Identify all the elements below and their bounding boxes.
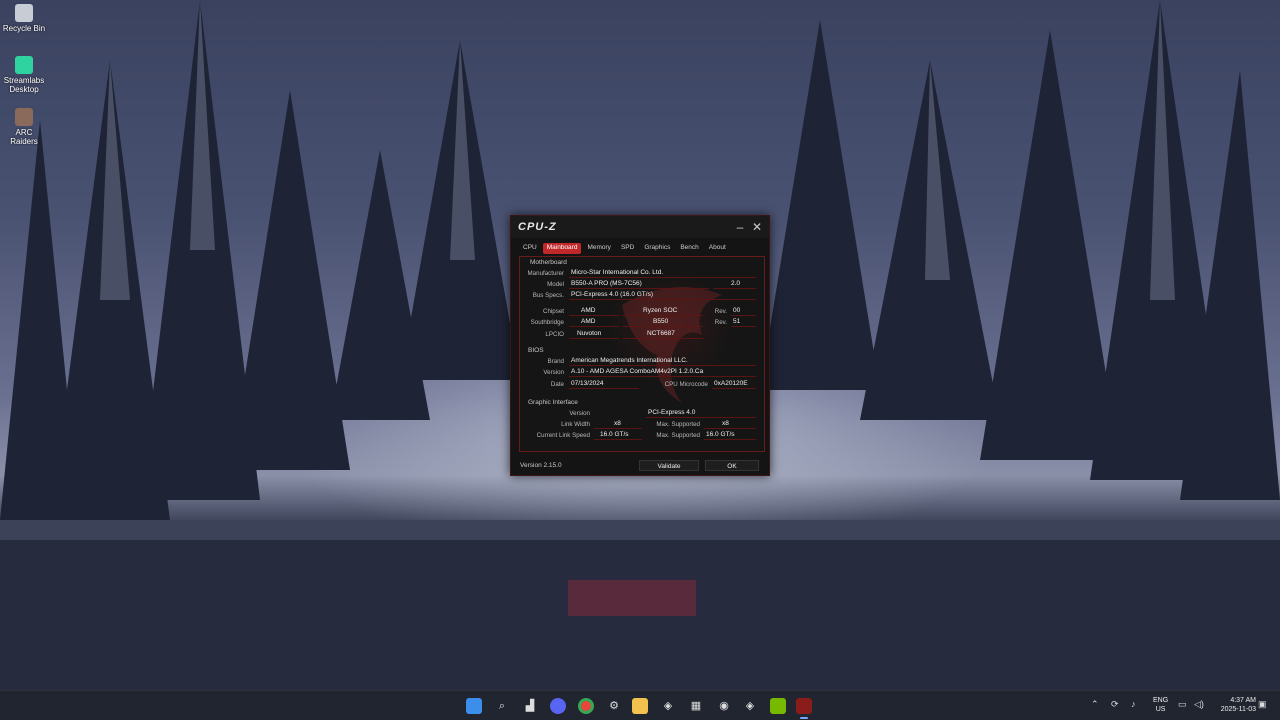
label-southbridge-rev: Rev. bbox=[714, 319, 727, 326]
desktop-icon-label: Streamlabs Desktop bbox=[3, 76, 45, 94]
mainboard-panel: Motherboard Manufacturer Micro-Star Inte… bbox=[519, 256, 765, 452]
value-southbridge-rev: 51 bbox=[731, 317, 756, 327]
arc-raiders-icon bbox=[15, 108, 33, 126]
tab-about[interactable]: About bbox=[705, 243, 730, 254]
task-view-icon[interactable]: ▟ bbox=[522, 698, 538, 714]
clock-date: 2025-11-03 bbox=[1220, 706, 1256, 713]
label-chipset: Chipset bbox=[543, 308, 564, 315]
label-link-speed: Current Link Speed bbox=[536, 432, 590, 439]
start-icon[interactable] bbox=[466, 698, 482, 714]
taskbar: ⌕ ▟ ⚙ ◈ ▦ ◉ ◈ ⌃ ⟳ ♪ ENG US ▭ ◁) 4:37 AM … bbox=[0, 690, 1280, 720]
chevron-up-icon[interactable]: ⌃ bbox=[1091, 699, 1099, 710]
label-gi-version: Version bbox=[569, 410, 590, 417]
recycle-bin-icon bbox=[15, 4, 33, 22]
value-lpcio-name: NCT6687 bbox=[623, 329, 703, 339]
desktop-icon-recycle-bin[interactable]: Recycle Bin bbox=[2, 4, 46, 33]
label-cpu-microcode: CPU Microcode bbox=[664, 381, 708, 388]
value-bios-version: A.10 - AMD AGESA ComboAM4v2PI 1.2.0.Ca bbox=[569, 367, 756, 377]
value-max-speed: 16.0 GT/s bbox=[704, 430, 756, 440]
label-max-speed: Max. Supported bbox=[656, 432, 700, 439]
tab-graphics[interactable]: Graphics bbox=[640, 243, 674, 254]
obs-icon[interactable]: ◉ bbox=[716, 698, 732, 714]
value-gi-version: PCI-Express 4.0 bbox=[646, 408, 756, 418]
value-bus-specs: PCI-Express 4.0 (16.0 GT/s) bbox=[569, 290, 756, 300]
value-link-speed: 16.0 GT/s bbox=[594, 430, 642, 440]
streamlabs-icon bbox=[15, 56, 33, 74]
tab-mainboard[interactable]: Mainboard bbox=[542, 243, 582, 254]
section-graphic-interface: Graphic Interface bbox=[528, 399, 578, 406]
label-chipset-rev: Rev. bbox=[714, 308, 727, 315]
steam-icon[interactable]: ◈ bbox=[660, 698, 676, 714]
desktop-icon-arc-raiders[interactable]: ARC Raiders bbox=[2, 108, 46, 146]
chrome-icon[interactable] bbox=[578, 698, 594, 714]
label-lpcio: LPCIO bbox=[545, 331, 564, 338]
language-indicator[interactable]: ENG US bbox=[1153, 696, 1168, 714]
lang-bottom: US bbox=[1155, 706, 1166, 713]
value-manufacturer: Micro-Star International Co. Ltd. bbox=[569, 268, 756, 278]
section-motherboard: Motherboard bbox=[530, 259, 567, 266]
clock[interactable]: 4:37 AM 2025-11-03 bbox=[1221, 696, 1256, 714]
cpuz-icon[interactable] bbox=[796, 698, 812, 719]
value-cpu-microcode: 0xA20120E bbox=[712, 379, 756, 389]
value-chipset-vendor: AMD bbox=[569, 306, 619, 316]
value-link-width: x8 bbox=[594, 419, 642, 429]
notification-icon[interactable]: ▣ bbox=[1258, 699, 1267, 710]
nvidia-icon[interactable] bbox=[770, 698, 786, 714]
value-brand: American Megatrends International LLC. bbox=[569, 356, 756, 366]
label-southbridge: Southbridge bbox=[530, 319, 564, 326]
tab-bar: CPU Mainboard Memory SPD Graphics Bench … bbox=[519, 243, 730, 254]
value-southbridge-vendor: AMD bbox=[569, 317, 619, 327]
tab-cpu[interactable]: CPU bbox=[519, 243, 541, 254]
label-bus-specs: Bus Specs. bbox=[532, 292, 564, 299]
desktop-icon-label: Recycle Bin bbox=[2, 24, 46, 33]
desktop-icon-label: ARC Raiders bbox=[10, 128, 38, 146]
desktop-icon-streamlabs[interactable]: Streamlabs Desktop bbox=[2, 56, 46, 94]
calculator-icon[interactable]: ▦ bbox=[688, 698, 704, 714]
value-lpcio-vendor: Nuvoton bbox=[569, 329, 619, 339]
value-model-rev: 2.0 bbox=[713, 279, 756, 289]
value-bios-date: 07/13/2024 bbox=[569, 379, 639, 389]
tab-bench[interactable]: Bench bbox=[676, 243, 702, 254]
value-model: B550-A PRO (MS-7C56) bbox=[569, 279, 709, 289]
network-share-icon[interactable]: ⟳ bbox=[1111, 699, 1119, 710]
label-manufacturer: Manufacturer bbox=[527, 270, 564, 277]
window-title: CPU-Z bbox=[518, 221, 557, 233]
file-explorer-icon[interactable] bbox=[632, 698, 648, 714]
value-southbridge-name: B550 bbox=[623, 317, 703, 327]
label-bios-version: Version bbox=[543, 369, 564, 376]
display-icon[interactable]: ▭ bbox=[1178, 699, 1187, 710]
value-max-width: x8 bbox=[704, 419, 756, 429]
label-model: Model bbox=[547, 281, 564, 288]
title-bar[interactable]: CPU-Z – ✕ bbox=[511, 216, 769, 238]
discord-icon[interactable] bbox=[550, 698, 566, 714]
steam-alt-icon[interactable]: ◈ bbox=[742, 698, 758, 714]
validate-button[interactable]: Validate bbox=[639, 460, 699, 471]
lang-top: ENG bbox=[1153, 697, 1169, 704]
clock-time: 4:37 AM bbox=[1230, 697, 1256, 704]
volume-icon[interactable]: ◁) bbox=[1194, 699, 1204, 710]
value-chipset-name: Ryzen SOC bbox=[623, 306, 703, 316]
tab-spd[interactable]: SPD bbox=[617, 243, 638, 254]
app-icon[interactable]: ⚙ bbox=[606, 698, 622, 714]
minimize-button[interactable]: – bbox=[732, 219, 748, 235]
label-bios-date: Date bbox=[550, 381, 564, 388]
label-max-width: Max. Supported bbox=[656, 421, 700, 428]
section-bios: BIOS bbox=[528, 347, 544, 354]
label-brand: Brand bbox=[547, 358, 564, 365]
search-icon[interactable]: ⌕ bbox=[494, 698, 510, 714]
tab-memory[interactable]: Memory bbox=[583, 243, 614, 254]
value-chipset-rev: 00 bbox=[731, 306, 756, 316]
microphone-icon[interactable]: ♪ bbox=[1131, 699, 1136, 709]
label-link-width: Link Width bbox=[561, 421, 590, 428]
cpuz-window: CPU-Z – ✕ CPU Mainboard Memory SPD Graph… bbox=[510, 215, 770, 476]
close-button[interactable]: ✕ bbox=[749, 219, 765, 235]
version-label: Version 2.15.0 bbox=[520, 462, 562, 469]
ok-button[interactable]: OK bbox=[705, 460, 759, 471]
